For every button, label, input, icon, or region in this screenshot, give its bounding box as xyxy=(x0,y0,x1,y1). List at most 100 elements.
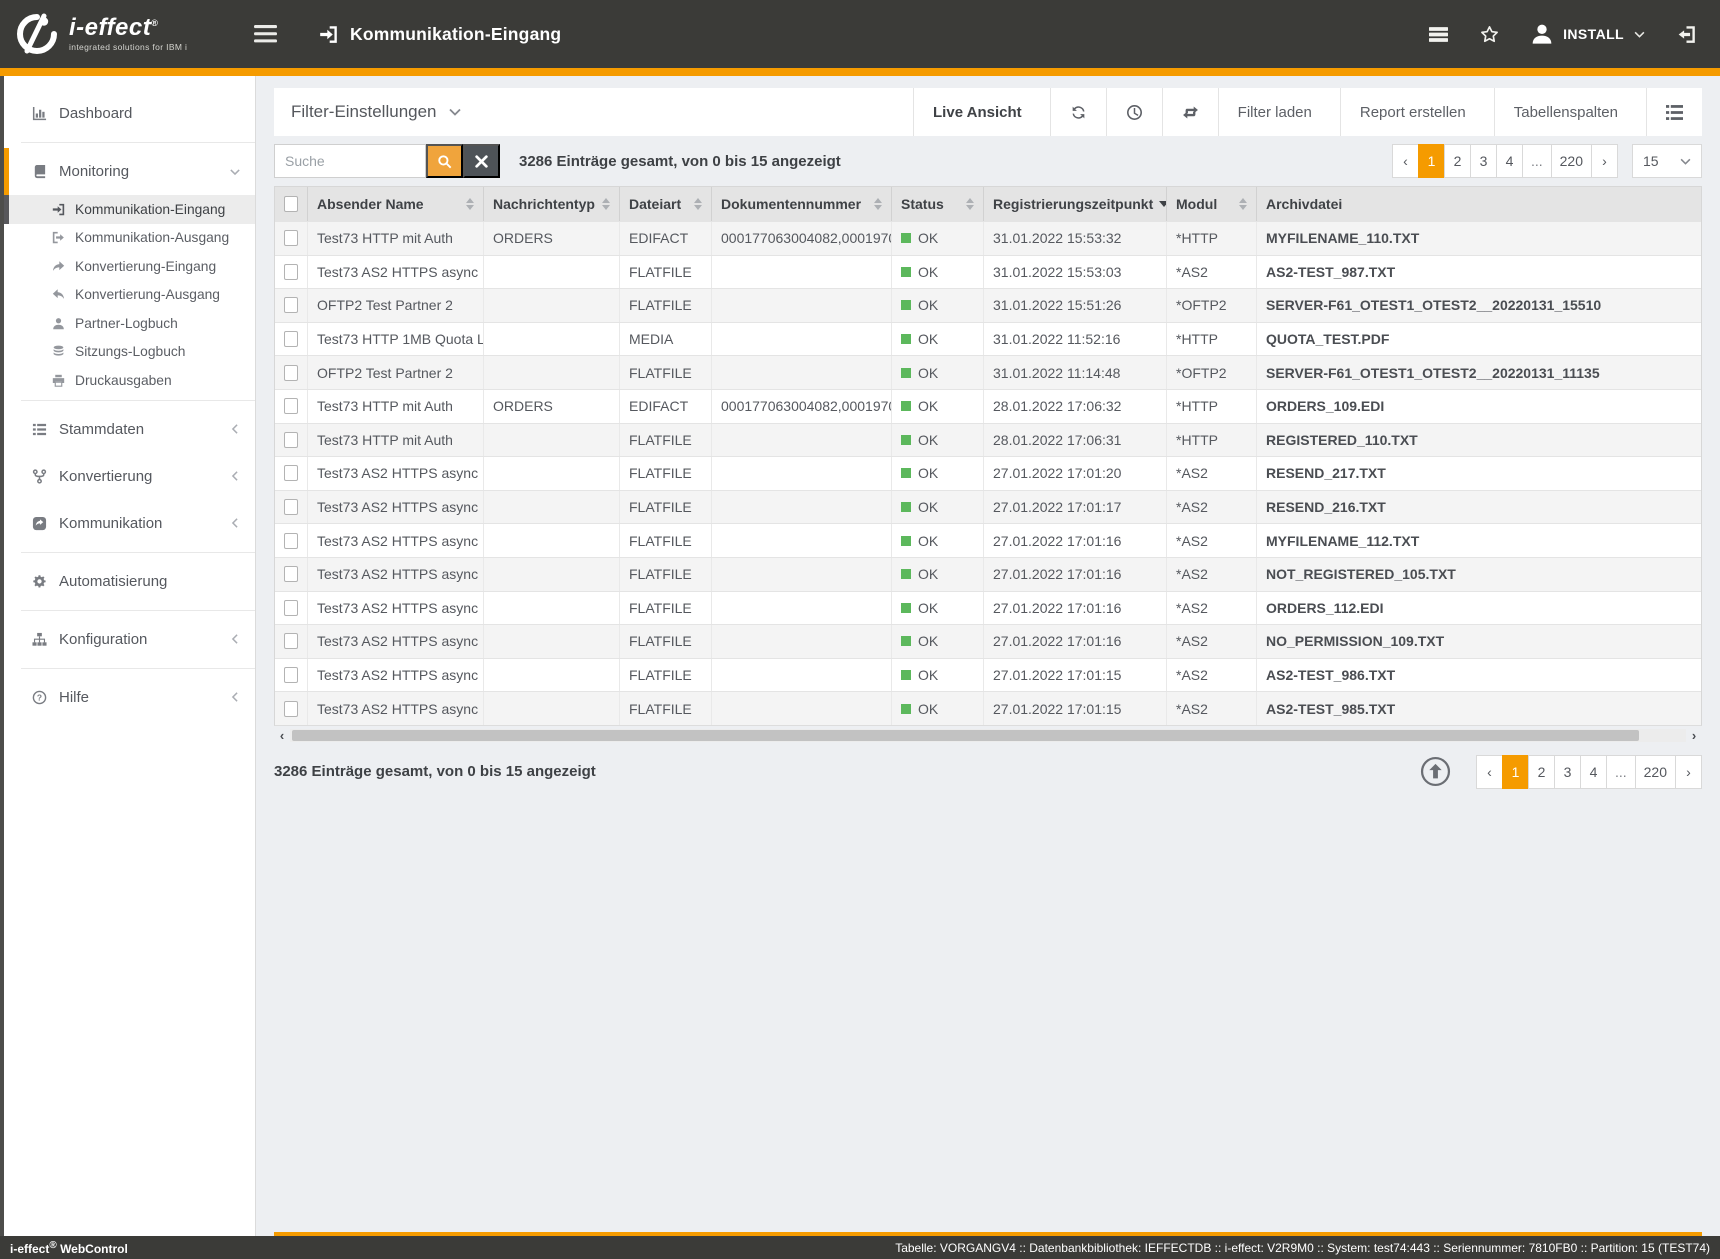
top-page-button-3[interactable]: 3 xyxy=(1470,144,1497,178)
table-columns-button[interactable]: Tabellenspalten xyxy=(1494,88,1646,136)
top-page-button-1[interactable]: 1 xyxy=(1418,144,1445,178)
table-row[interactable]: Test73 AS2 HTTPS async MDNFLATFILEOK27.0… xyxy=(275,691,1701,725)
column-header-reg[interactable]: Registrierungszeitpunkt xyxy=(984,187,1167,221)
search-input[interactable] xyxy=(274,144,426,178)
auto-reload-button[interactable] xyxy=(1162,88,1218,136)
sidebar-item-druckausgaben[interactable]: Druckausgaben xyxy=(4,366,255,395)
history-button[interactable] xyxy=(1106,88,1162,136)
row-checkbox[interactable] xyxy=(284,499,298,515)
bottom-prev-page-button[interactable]: ‹ xyxy=(1476,755,1503,789)
favorites-star-icon[interactable] xyxy=(1480,25,1499,44)
sidebar-item-dashboard[interactable]: Dashboard xyxy=(4,90,255,137)
page-title: Kommunikation-Eingang xyxy=(319,24,561,45)
app-logo[interactable]: i-effect® integrated solutions for IBM i xyxy=(14,11,254,57)
row-checkbox[interactable] xyxy=(284,533,298,549)
table-row[interactable]: Test73 AS2 HTTPS async MDNFLATFILEOK27.0… xyxy=(275,456,1701,490)
cell-status: OK xyxy=(892,256,984,289)
sidebar-item-konvertierung-eingang[interactable]: Konvertierung-Eingang xyxy=(4,252,255,281)
sidebar-item-kommunikation-ausgang[interactable]: Kommunikation-Ausgang xyxy=(4,224,255,253)
scrollbar-thumb[interactable] xyxy=(292,730,1639,741)
top-prev-page-button[interactable]: ‹ xyxy=(1392,144,1419,178)
table-row[interactable]: Test73 AS2 HTTPS async MDNFLATFILEOK27.0… xyxy=(275,523,1701,557)
select-all-checkbox[interactable] xyxy=(284,196,298,212)
cell-dateiart: FLATFILE xyxy=(620,491,712,524)
report-create-button[interactable]: Report erstellen xyxy=(1340,88,1494,136)
cell-modul: *AS2 xyxy=(1167,592,1257,625)
sidebar-item-monitoring[interactable]: Monitoring xyxy=(4,148,255,195)
row-checkbox[interactable] xyxy=(284,331,298,347)
bottom-page-button-4[interactable]: 4 xyxy=(1580,755,1607,789)
bottom-page-button-1[interactable]: 1 xyxy=(1502,755,1529,789)
table-row[interactable]: Test73 HTTP mit AuthFLATFILEOK28.01.2022… xyxy=(275,423,1701,457)
row-checkbox[interactable] xyxy=(284,264,298,280)
table-row[interactable]: Test73 HTTP 1MB Quota LimitMEDIAOK31.01.… xyxy=(275,322,1701,356)
column-header-absender[interactable]: Absender Name xyxy=(308,187,484,221)
table-row[interactable]: Test73 AS2 HTTPS async MDNFLATFILEOK27.0… xyxy=(275,624,1701,658)
row-checkbox[interactable] xyxy=(284,365,298,381)
cell-text: FLATFILE xyxy=(629,432,692,448)
row-checkbox[interactable] xyxy=(284,633,298,649)
table-row[interactable]: Test73 HTTP mit AuthORDERSEDIFACT0001770… xyxy=(275,389,1701,423)
column-header-typ[interactable]: Nachrichtentyp xyxy=(484,187,620,221)
column-header-dateiart[interactable]: Dateiart xyxy=(620,187,712,221)
sidebar-item-stammdaten[interactable]: Stammdaten xyxy=(4,406,255,453)
sidebar-item-kommunikation[interactable]: Kommunikation xyxy=(4,500,255,547)
top-page-button-220[interactable]: 220 xyxy=(1551,144,1592,178)
table-row[interactable]: Test73 AS2 HTTPS async MDNFLATFILEOK31.0… xyxy=(275,255,1701,289)
refresh-button[interactable] xyxy=(1050,88,1106,136)
bottom-page-button-220[interactable]: 220 xyxy=(1635,755,1676,789)
column-header-status[interactable]: Status xyxy=(892,187,984,221)
table-row[interactable]: OFTP2 Test Partner 2FLATFILEOK31.01.2022… xyxy=(275,355,1701,389)
scrollbar-track[interactable] xyxy=(290,729,1686,742)
sidebar-item-hilfe[interactable]: ?Hilfe xyxy=(4,674,255,721)
scroll-left-arrow[interactable]: ‹ xyxy=(274,729,290,742)
table-row[interactable]: Test73 AS2 HTTPS async MDNFLATFILEOK27.0… xyxy=(275,658,1701,692)
bottom-next-page-button[interactable]: › xyxy=(1675,755,1702,789)
cell-modul: *AS2 xyxy=(1167,659,1257,692)
sidebar-item-konvertierung-ausgang[interactable]: Konvertierung-Ausgang xyxy=(4,281,255,310)
bottom-page-button-2[interactable]: 2 xyxy=(1528,755,1555,789)
row-checkbox[interactable] xyxy=(284,701,298,717)
row-checkbox[interactable] xyxy=(284,432,298,448)
table-row[interactable]: OFTP2 Test Partner 2FLATFILEOK31.01.2022… xyxy=(275,288,1701,322)
sidebar-item-sitzungs-logbuch[interactable]: Sitzungs-Logbuch xyxy=(4,338,255,367)
live-view-button[interactable]: Live Ansicht xyxy=(913,88,1050,136)
top-page-button-4[interactable]: 4 xyxy=(1496,144,1523,178)
sidebar-toggle-button[interactable] xyxy=(254,25,277,43)
user-menu[interactable]: INSTALL xyxy=(1531,23,1645,45)
search-button[interactable] xyxy=(426,144,463,178)
scroll-to-top-button[interactable] xyxy=(1420,756,1451,787)
table-row[interactable]: Test73 AS2 HTTPS async MDNFLATFILEOK27.0… xyxy=(275,557,1701,591)
filter-load-button[interactable]: Filter laden xyxy=(1218,88,1340,136)
row-checkbox[interactable] xyxy=(284,667,298,683)
server-icon[interactable] xyxy=(1429,25,1448,44)
cell-text: *HTTP xyxy=(1176,432,1218,448)
row-checkbox[interactable] xyxy=(284,398,298,414)
row-checkbox[interactable] xyxy=(284,566,298,582)
scroll-right-arrow[interactable]: › xyxy=(1686,729,1702,742)
row-checkbox[interactable] xyxy=(284,600,298,616)
cell-dateiart: EDIFACT xyxy=(620,390,712,423)
column-header-archiv: Archivdatei xyxy=(1257,187,1701,221)
filter-settings-button[interactable]: Filter-Einstellungen xyxy=(274,88,478,136)
page-size-select[interactable]: 15 xyxy=(1632,144,1702,178)
top-page-button-2[interactable]: 2 xyxy=(1444,144,1471,178)
sidebar-item-konfiguration[interactable]: Konfiguration xyxy=(4,616,255,663)
clear-search-button[interactable] xyxy=(463,144,500,178)
logout-button[interactable] xyxy=(1677,25,1696,44)
column-header-doknr[interactable]: Dokumentennummer xyxy=(712,187,892,221)
table-row[interactable]: Test73 AS2 HTTPS async MDNFLATFILEOK27.0… xyxy=(275,591,1701,625)
sidebar-item-automatisierung[interactable]: Automatisierung xyxy=(4,558,255,605)
row-checkbox[interactable] xyxy=(284,297,298,313)
list-view-button[interactable] xyxy=(1646,88,1702,136)
top-next-page-button[interactable]: › xyxy=(1591,144,1618,178)
column-header-modul[interactable]: Modul xyxy=(1167,187,1257,221)
row-checkbox[interactable] xyxy=(284,465,298,481)
table-row[interactable]: Test73 AS2 HTTPS async MDNFLATFILEOK27.0… xyxy=(275,490,1701,524)
bottom-page-button-3[interactable]: 3 xyxy=(1554,755,1581,789)
sidebar-item-partner-logbuch[interactable]: Partner-Logbuch xyxy=(4,309,255,338)
sidebar-item-kommunikation-eingang[interactable]: Kommunikation-Eingang xyxy=(4,195,255,224)
row-checkbox[interactable] xyxy=(284,230,298,246)
sidebar-item-konvertierung[interactable]: Konvertierung xyxy=(4,453,255,500)
table-row[interactable]: Test73 HTTP mit AuthORDERSEDIFACT0001770… xyxy=(275,221,1701,255)
